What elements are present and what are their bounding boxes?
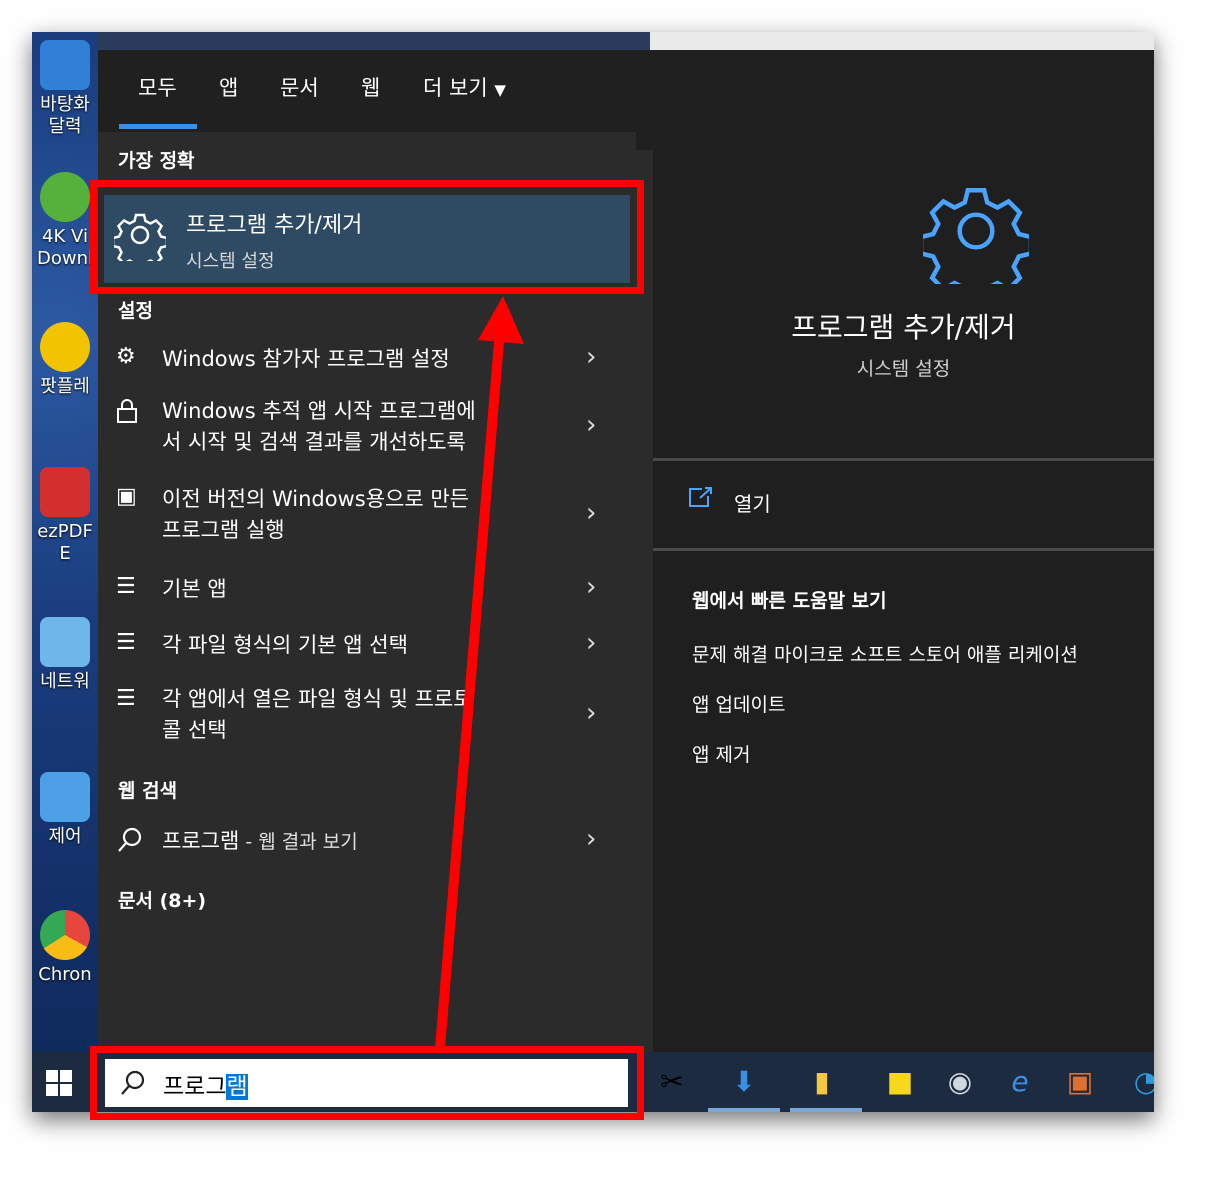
annotation-arrow (435, 296, 524, 1049)
